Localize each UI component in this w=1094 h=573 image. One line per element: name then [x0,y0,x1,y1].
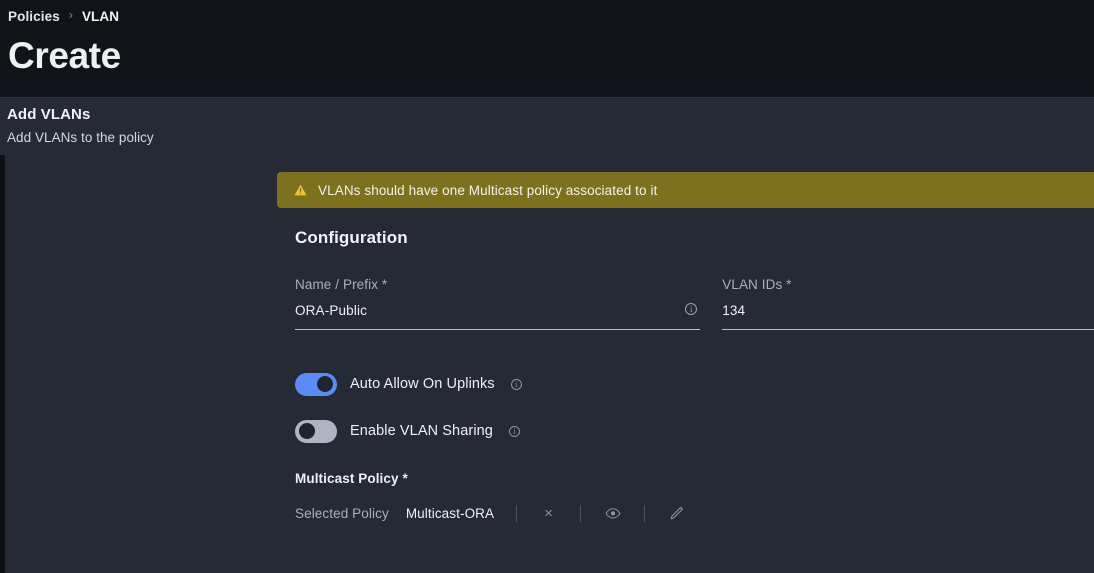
vlan-ids-field: VLAN IDs * [722,277,1094,330]
breadcrumb: Policies › VLAN [8,7,1094,25]
auto-allow-on-uplinks-row: Auto Allow On Uplinks i [295,372,1094,396]
close-x-icon[interactable]: × [539,504,558,523]
vlan-ids-label: VLAN IDs * [722,277,792,292]
toggle-knob [299,423,315,439]
breadcrumb-vlan[interactable]: VLAN [82,9,119,24]
field-row: Name / Prefix * i VLAN IDs * [295,277,1094,330]
name-prefix-field: Name / Prefix * i [295,277,701,330]
warning-message: VLANs should have one Multicast policy a… [318,182,658,198]
page-title: Create [8,35,121,76]
configuration-heading: Configuration [295,228,408,247]
divider [516,504,518,522]
enable-vlan-sharing-toggle[interactable] [295,419,337,443]
auto-allow-on-uplinks-toggle[interactable] [295,372,337,396]
toggle-knob [317,376,333,392]
name-prefix-label: Name / Prefix * [295,277,388,292]
left-rail [0,155,5,573]
divider [580,504,582,522]
page-header: Policies › VLAN Create [0,0,1094,97]
content-area: VLANs should have one Multicast policy a… [0,155,1094,573]
multicast-policy-row: Selected Policy Multicast-ORA × [295,502,1094,524]
eye-icon[interactable] [603,504,622,523]
info-circle-icon[interactable]: i [508,425,520,437]
info-circle-icon[interactable]: i [510,378,522,390]
warning-triangle-icon [294,184,307,196]
auto-allow-on-uplinks-label: Auto Allow On Uplinks [350,376,495,392]
name-prefix-input-line: i [295,303,701,330]
name-prefix-input[interactable] [295,303,701,318]
chevron-right-icon: › [68,8,73,22]
section-subtitle: Add VLANs to the policy [7,130,154,145]
enable-vlan-sharing-label: Enable VLAN Sharing [350,423,493,439]
selected-policy-label: Selected Policy [295,505,389,521]
breadcrumb-policies[interactable]: Policies [8,9,60,24]
selected-policy-value: Multicast-ORA [405,505,495,521]
multicast-policy-title: Multicast Policy * [295,471,408,486]
vlan-ids-input[interactable] [722,303,1094,318]
vlan-ids-input-line [722,303,1094,330]
enable-vlan-sharing-row: Enable VLAN Sharing i [295,419,1094,443]
section-title: Add VLANs [7,106,91,123]
divider [644,504,646,522]
warning-banner: VLANs should have one Multicast policy a… [277,172,1094,208]
add-vlans-section-header: Add VLANs Add VLANs to the policy [0,97,1094,155]
pencil-icon[interactable] [667,504,686,523]
configuration-panel: Configuration Name / Prefix * i VLAN IDs… [295,228,1094,524]
